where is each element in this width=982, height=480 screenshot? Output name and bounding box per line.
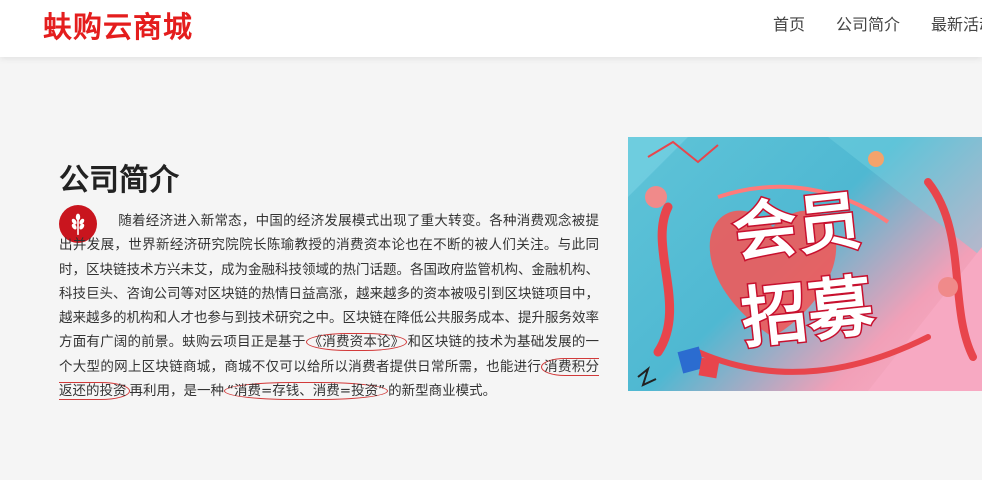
banner-title-line-1: 会员 bbox=[730, 185, 865, 272]
company-intro: 随着经济进入新常态，中国的经济发展模式出现了重大转变。各种消费观念被提出并发展，… bbox=[59, 209, 599, 403]
highlight-slogan: “消费=存钱、消费=投资” bbox=[224, 382, 389, 401]
main-nav: 首页 公司简介 最新活动 bbox=[773, 11, 982, 35]
intro-text-1: 随着经济进入新常态，中国的经济发展模式出现了重大转变。各种消费观念被提出并发展，… bbox=[59, 213, 599, 351]
member-recruit-banner: 会员 招募 bbox=[628, 137, 982, 391]
site-logo[interactable]: 蚨购云商城 bbox=[43, 4, 193, 46]
page-title: 公司简介 bbox=[59, 163, 179, 198]
nav-home[interactable]: 首页 bbox=[773, 11, 805, 35]
banner-art: 会员 招募 bbox=[628, 137, 982, 391]
site-header: 蚨购云商城 首页 公司简介 最新活动 bbox=[0, 0, 982, 57]
nav-events[interactable]: 最新活动 bbox=[931, 11, 982, 35]
nav-about[interactable]: 公司简介 bbox=[836, 11, 900, 35]
highlight-book-title: 《消费资本论》 bbox=[305, 333, 408, 352]
banner-title-line-2: 招募 bbox=[738, 267, 878, 357]
intro-text-4: 的新型商业模式。 bbox=[388, 383, 497, 400]
intro-text-3: 再利用，是一种 bbox=[129, 383, 225, 400]
